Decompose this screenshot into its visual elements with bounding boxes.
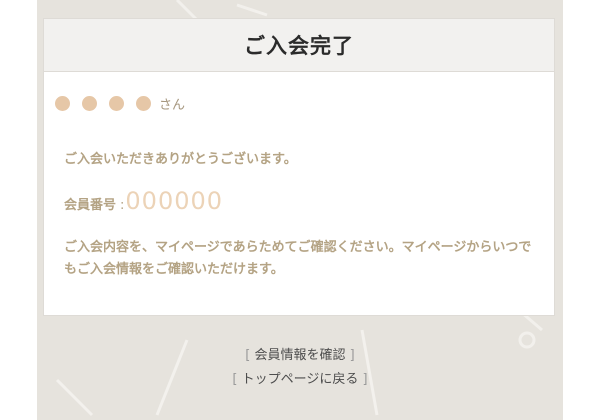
name-masked-dot	[55, 96, 70, 111]
member-info-link[interactable]: [ 会員情報を確認 ]	[37, 344, 563, 363]
member-number-label: 会員番号	[64, 198, 117, 213]
card-header: ご入会完了	[44, 19, 554, 72]
page-title: ご入会完了	[244, 34, 354, 58]
name-masked-dot	[136, 96, 151, 111]
top-page-link[interactable]: [ トップページに戻る ]	[37, 368, 563, 387]
name-masked-dot	[109, 96, 124, 111]
page-background: ご入会完了 さん ご入会いただきありがとうございます。 会員番号 : 00000…	[37, 0, 563, 420]
member-info-link-label[interactable]: 会員情報を確認	[254, 348, 345, 363]
registration-complete-card: ご入会完了 さん ご入会いただきありがとうございます。 会員番号 : 00000…	[43, 18, 555, 316]
name-masked-dot	[82, 96, 97, 111]
bracket-open: [	[245, 348, 251, 363]
member-number-row: 会員番号 : 000000	[64, 187, 223, 215]
member-name-row: さん	[55, 94, 185, 113]
top-page-link-label[interactable]: トップページに戻る	[242, 372, 359, 387]
bracket-open: [	[232, 372, 238, 387]
member-number-colon: :	[120, 198, 125, 213]
bracket-close: ]	[349, 348, 355, 363]
member-number-value: 000000	[125, 187, 224, 215]
thanks-message: ご入会いただきありがとうございます。	[64, 152, 297, 167]
name-suffix: さん	[159, 98, 186, 113]
confirm-message: ご入会内容を、マイページであらためてご確認ください。マイページからいつでもご入会…	[64, 240, 532, 277]
bracket-close: ]	[362, 372, 368, 387]
